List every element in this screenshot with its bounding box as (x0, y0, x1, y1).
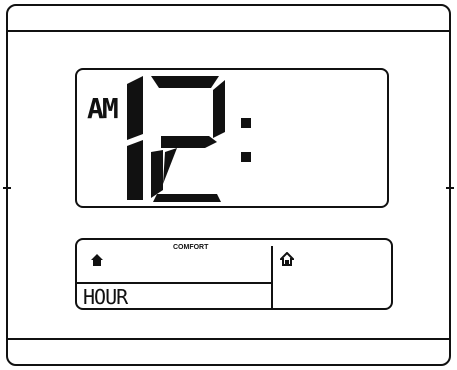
digit-2-bottom-segment (153, 194, 221, 202)
digit-1-upper-segment (127, 76, 143, 140)
lower-lcd-panel: COMFORT HOUR (75, 238, 393, 310)
right-side-tick (446, 187, 454, 189)
digit-1-lower-segment (127, 140, 143, 200)
home-outline-icon (280, 252, 294, 266)
top-band (8, 6, 449, 32)
digit-2-lower-left-segment (151, 150, 163, 198)
colon-dot-top (241, 118, 251, 128)
digit-2-middle-segment (161, 136, 217, 148)
horizontal-divider (77, 282, 273, 284)
home-filled-icon (91, 254, 103, 266)
bottom-band (8, 338, 449, 364)
thermostat-device: AM COMFORT HOUR (3, 4, 454, 366)
digit-2-upper-right-segment (213, 80, 225, 138)
mode-label: HOUR (83, 285, 128, 309)
comfort-label: COMFORT (173, 244, 209, 251)
digit-2-diagonal-segment (163, 148, 177, 184)
colon-dot-bottom (241, 152, 251, 162)
vertical-divider (271, 246, 273, 308)
hour-digits (127, 76, 225, 202)
main-lcd-display: AM (75, 68, 389, 208)
left-side-tick (3, 187, 11, 189)
digit-2-top-segment (151, 76, 219, 88)
ampm-indicator: AM (87, 92, 119, 125)
